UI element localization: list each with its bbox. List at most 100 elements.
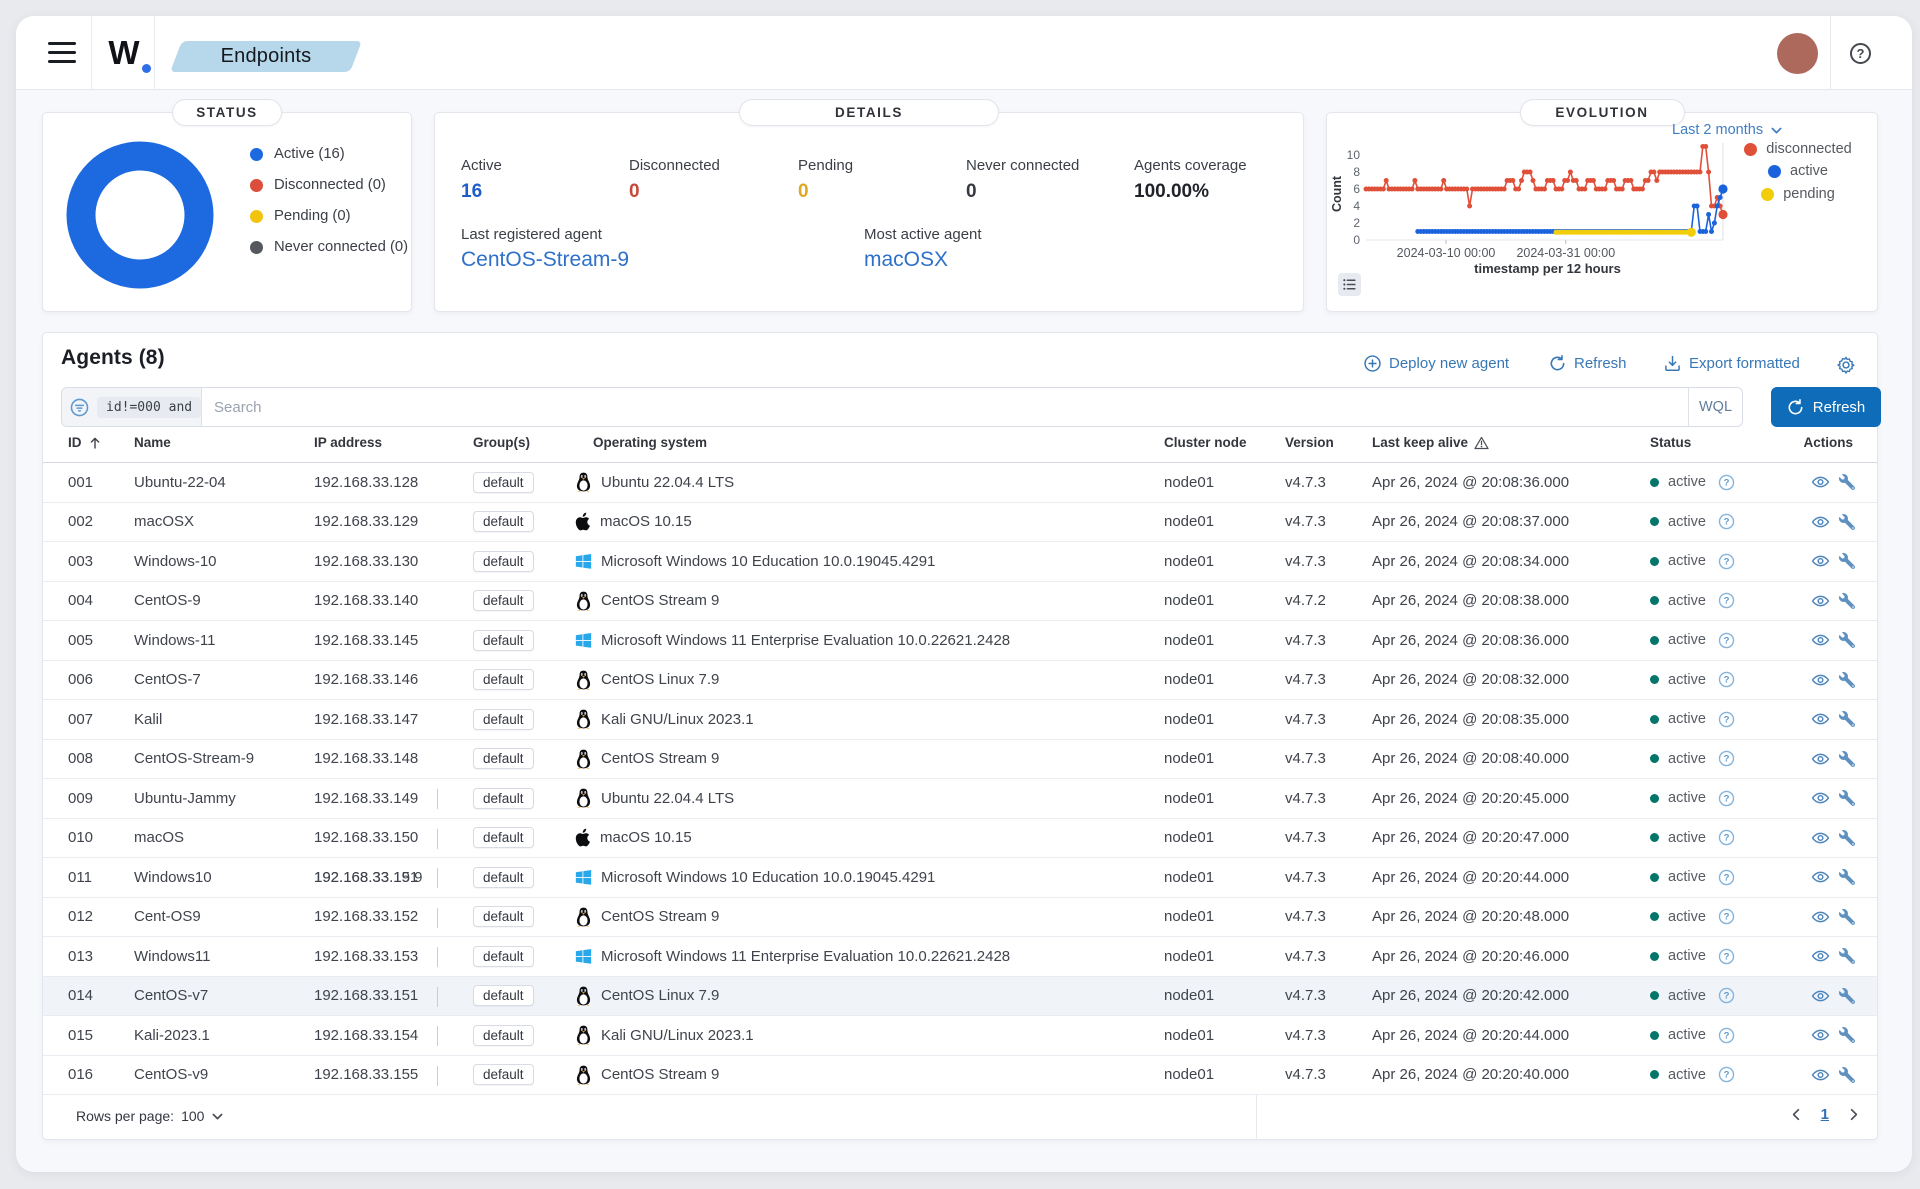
- rows-per-page-selector[interactable]: Rows per page: 100: [76, 1108, 224, 1124]
- search-input[interactable]: id!=000 and Search WQL: [61, 387, 1743, 427]
- configure-agent-icon[interactable]: [1839, 909, 1855, 925]
- gear-icon[interactable]: [1837, 356, 1855, 374]
- group-pill[interactable]: default: [473, 748, 534, 769]
- menu-icon[interactable]: [48, 41, 76, 65]
- status-help-icon[interactable]: ?: [1718, 908, 1735, 925]
- configure-agent-icon[interactable]: [1839, 790, 1855, 806]
- configure-agent-icon[interactable]: [1839, 869, 1855, 885]
- group-pill[interactable]: default: [473, 551, 534, 572]
- status-help-icon[interactable]: ?: [1718, 474, 1735, 491]
- configure-agent-icon[interactable]: [1839, 474, 1855, 490]
- configure-agent-icon[interactable]: [1839, 672, 1855, 688]
- chart-options-button[interactable]: [1338, 273, 1361, 296]
- status-help-icon[interactable]: ?: [1718, 869, 1735, 886]
- view-agent-icon[interactable]: [1811, 553, 1830, 570]
- col-header-status[interactable]: Status: [1650, 435, 1691, 450]
- configure-agent-icon[interactable]: [1839, 751, 1855, 767]
- status-legend-item[interactable]: Active (16): [250, 146, 345, 162]
- col-header-id[interactable]: ID: [68, 435, 102, 450]
- filter-icon[interactable]: [70, 398, 89, 417]
- status-help-icon[interactable]: ?: [1718, 632, 1735, 649]
- view-agent-icon[interactable]: [1811, 671, 1830, 688]
- configure-agent-icon[interactable]: [1839, 988, 1855, 1004]
- card-action-deploy-new-agent[interactable]: Deploy new agent: [1364, 355, 1509, 372]
- pagination-page-1[interactable]: 1: [1821, 1106, 1829, 1123]
- col-header-last-keep-alive[interactable]: Last keep alive: [1372, 435, 1489, 450]
- help-icon[interactable]: ?: [1850, 43, 1871, 64]
- view-agent-icon[interactable]: [1811, 908, 1830, 925]
- group-pill[interactable]: default: [473, 669, 534, 690]
- status-help-icon[interactable]: ?: [1718, 790, 1735, 807]
- col-header-version[interactable]: Version: [1285, 435, 1334, 450]
- info-value-link[interactable]: macOSX: [864, 248, 982, 272]
- group-pill[interactable]: default: [473, 472, 534, 493]
- status-legend-item[interactable]: Disconnected (0): [250, 177, 386, 193]
- avatar[interactable]: [1777, 33, 1818, 74]
- group-pill[interactable]: default: [473, 630, 534, 651]
- status-help-icon[interactable]: ?: [1718, 513, 1735, 530]
- view-agent-icon[interactable]: [1811, 1027, 1830, 1044]
- agent-version: v4.7.3: [1285, 463, 1326, 502]
- col-header-cluster-node[interactable]: Cluster node: [1164, 435, 1247, 450]
- info-value-link[interactable]: CentOS-Stream-9: [461, 248, 629, 272]
- query-language-button[interactable]: WQL: [1688, 388, 1742, 426]
- col-header-name[interactable]: Name: [134, 435, 171, 450]
- view-agent-icon[interactable]: [1811, 513, 1830, 530]
- group-pill[interactable]: default: [473, 590, 534, 611]
- pagination-next-icon[interactable]: [1846, 1107, 1861, 1122]
- status-help-icon[interactable]: ?: [1718, 671, 1735, 688]
- view-agent-icon[interactable]: [1811, 987, 1830, 1004]
- view-agent-icon[interactable]: [1811, 711, 1830, 728]
- logo[interactable]: W.: [105, 16, 154, 90]
- status-help-icon[interactable]: ?: [1718, 553, 1735, 570]
- card-action-export-formatted[interactable]: Export formatted: [1664, 355, 1800, 372]
- configure-agent-icon[interactable]: [1839, 948, 1855, 964]
- view-agent-icon[interactable]: [1811, 829, 1830, 846]
- status-help-icon[interactable]: ?: [1718, 987, 1735, 1004]
- col-header-os[interactable]: Operating system: [593, 435, 707, 450]
- group-pill[interactable]: default: [473, 985, 534, 1006]
- group-pill[interactable]: default: [473, 906, 534, 927]
- configure-agent-icon[interactable]: [1839, 632, 1855, 648]
- view-agent-icon[interactable]: [1811, 869, 1830, 886]
- status-help-icon[interactable]: ?: [1718, 750, 1735, 767]
- breadcrumb-tab-endpoints[interactable]: Endpoints: [170, 41, 362, 72]
- view-agent-icon[interactable]: [1811, 1066, 1830, 1083]
- status-legend-item[interactable]: Never connected (0): [250, 239, 408, 255]
- view-agent-icon[interactable]: [1811, 790, 1830, 807]
- col-header-ip[interactable]: IP address: [314, 435, 382, 450]
- status-help-icon[interactable]: ?: [1718, 948, 1735, 965]
- query-token[interactable]: id!=000 and: [97, 397, 201, 418]
- status-help-icon[interactable]: ?: [1718, 829, 1735, 846]
- group-pill[interactable]: default: [473, 946, 534, 967]
- agent-cluster-node: node01: [1164, 779, 1214, 818]
- configure-agent-icon[interactable]: [1839, 514, 1855, 530]
- status-help-icon[interactable]: ?: [1718, 711, 1735, 728]
- view-agent-icon[interactable]: [1811, 592, 1830, 609]
- configure-agent-icon[interactable]: [1839, 593, 1855, 609]
- view-agent-icon[interactable]: [1811, 632, 1830, 649]
- configure-agent-icon[interactable]: [1839, 553, 1855, 569]
- view-agent-icon[interactable]: [1811, 948, 1830, 965]
- status-legend-item[interactable]: Pending (0): [250, 208, 351, 224]
- view-agent-icon[interactable]: [1811, 474, 1830, 491]
- view-agent-icon[interactable]: [1811, 750, 1830, 767]
- col-header-groups[interactable]: Group(s): [473, 435, 530, 450]
- group-pill[interactable]: default: [473, 511, 534, 532]
- group-pill[interactable]: default: [473, 1064, 534, 1085]
- pagination-prev-icon[interactable]: [1789, 1107, 1804, 1122]
- search-refresh-button[interactable]: Refresh: [1771, 387, 1881, 427]
- group-pill[interactable]: default: [473, 709, 534, 730]
- group-pill[interactable]: default: [473, 1025, 534, 1046]
- configure-agent-icon[interactable]: [1839, 1067, 1855, 1083]
- status-help-icon[interactable]: ?: [1718, 1027, 1735, 1044]
- status-help-icon[interactable]: ?: [1718, 592, 1735, 609]
- group-pill[interactable]: default: [473, 827, 534, 848]
- group-pill[interactable]: default: [473, 867, 534, 888]
- status-help-icon[interactable]: ?: [1718, 1066, 1735, 1083]
- configure-agent-icon[interactable]: [1839, 1027, 1855, 1043]
- card-action-refresh[interactable]: Refresh: [1549, 355, 1627, 372]
- group-pill[interactable]: default: [473, 788, 534, 809]
- configure-agent-icon[interactable]: [1839, 830, 1855, 846]
- configure-agent-icon[interactable]: [1839, 711, 1855, 727]
